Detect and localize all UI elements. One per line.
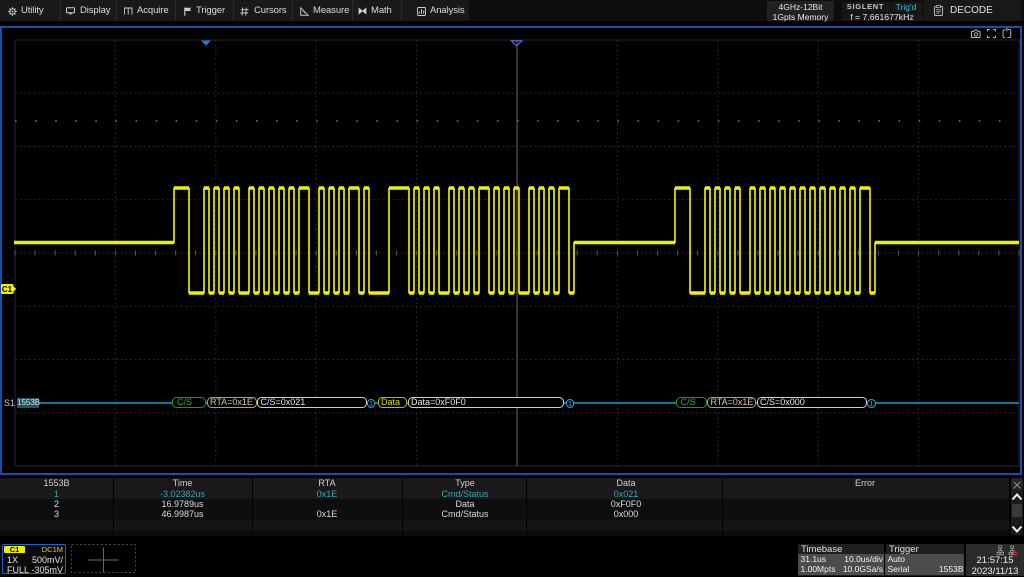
svg-text:C1: C1	[2, 285, 13, 294]
